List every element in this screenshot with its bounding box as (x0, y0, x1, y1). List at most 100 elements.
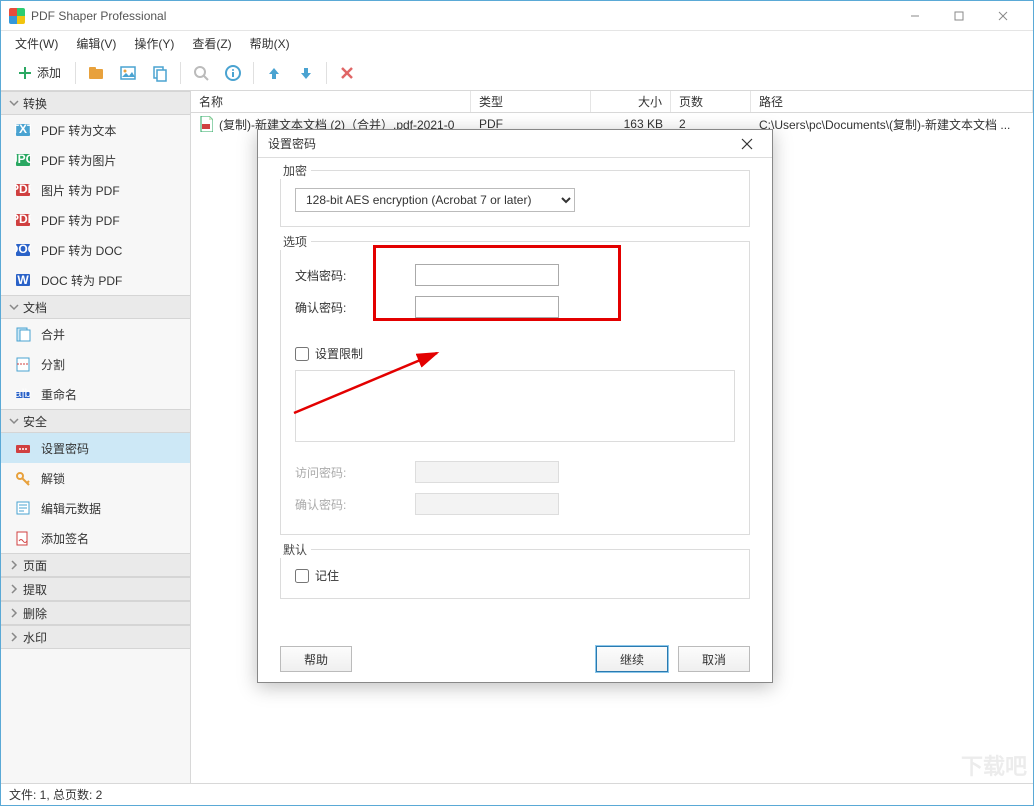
minimize-button[interactable] (893, 2, 937, 30)
sidebar-group-pages[interactable]: 页面 (1, 553, 190, 577)
menu-edit[interactable]: 编辑(V) (68, 33, 124, 54)
svg-text:PDF: PDF (15, 212, 31, 226)
sidebar-item-add-signature[interactable]: 添加签名 (1, 523, 190, 553)
password-dialog: 设置密码 加密 128-bit AES encryption (Acrobat … (257, 129, 773, 683)
file-path: C:\Users\pc\Documents\(复制)-新建文本文档 ... (751, 116, 1033, 133)
pdf-icon: PDF (15, 212, 31, 228)
pdf-icon: PDF (15, 182, 31, 198)
svg-text:a|b: a|b (15, 386, 31, 400)
sidebar-item-rename[interactable]: a|b 重命名 (1, 379, 190, 409)
titlebar: PDF Shaper Professional (1, 1, 1033, 31)
remember-checkbox[interactable] (295, 569, 309, 583)
copy-button[interactable] (146, 59, 174, 87)
window-title: PDF Shaper Professional (31, 9, 166, 23)
sidebar-item-label: 分割 (41, 356, 65, 373)
sidebar-group-label: 转换 (23, 95, 47, 112)
sidebar-item-label: 图片 转为 PDF (41, 182, 120, 199)
svg-text:PDF: PDF (15, 182, 31, 196)
add-button[interactable]: 添加 (9, 59, 69, 87)
sidebar-group-security[interactable]: 安全 (1, 409, 190, 433)
dialog-titlebar: 设置密码 (258, 130, 772, 158)
sidebar-item-doc-to-pdf[interactable]: W DOC 转为 PDF (1, 265, 190, 295)
col-type[interactable]: 类型 (471, 91, 591, 112)
remove-button[interactable] (333, 59, 361, 87)
sidebar-item-pdf-to-text[interactable]: TXTPDF 转为文本 (1, 115, 190, 145)
password-icon (15, 440, 31, 456)
toolbar-separator (180, 62, 181, 84)
help-button[interactable]: 帮助 (280, 646, 352, 672)
help-button-label: 帮助 (304, 651, 328, 668)
encryption-select[interactable]: 128-bit AES encryption (Acrobat 7 or lat… (295, 188, 575, 212)
set-restrict-checkbox[interactable] (295, 347, 309, 361)
toolbar-separator (253, 62, 254, 84)
sidebar-item-set-password[interactable]: 设置密码 (1, 433, 190, 463)
maximize-button[interactable] (937, 2, 981, 30)
move-down-button[interactable] (292, 59, 320, 87)
sidebar-item-label: 设置密码 (41, 440, 89, 457)
sidebar-group-label: 提取 (23, 581, 47, 598)
menu-view[interactable]: 查看(Z) (184, 33, 239, 54)
col-name[interactable]: 名称 (191, 91, 471, 112)
sidebar-item-pdf-to-doc[interactable]: DOC PDF 转为 DOC (1, 235, 190, 265)
continue-button[interactable]: 继续 (596, 646, 668, 672)
confirm-password2-input (415, 493, 559, 515)
sidebar-group-convert[interactable]: 转换 (1, 91, 190, 115)
pdf-file-icon (199, 116, 213, 132)
col-size[interactable]: 大小 (591, 91, 671, 112)
metadata-icon (15, 500, 31, 516)
key-icon (15, 470, 31, 486)
options-group-label: 选项 (279, 233, 311, 250)
statusbar: 文件: 1, 总页数: 2 (1, 783, 1033, 805)
sidebar-item-split[interactable]: 分割 (1, 349, 190, 379)
image-button[interactable] (114, 59, 142, 87)
encryption-group-label: 加密 (279, 162, 311, 179)
folder-button[interactable] (82, 59, 110, 87)
col-pages[interactable]: 页数 (671, 91, 751, 112)
cancel-button[interactable]: 取消 (678, 646, 750, 672)
chevron-down-icon (9, 416, 19, 426)
sidebar-group-watermark[interactable]: 水印 (1, 625, 190, 649)
sidebar-item-label: PDF 转为文本 (41, 122, 116, 139)
chevron-right-icon (9, 584, 19, 594)
menu-action[interactable]: 操作(Y) (126, 33, 182, 54)
search-button[interactable] (187, 59, 215, 87)
sidebar-item-pdf-to-image[interactable]: JPGPDF 转为图片 (1, 145, 190, 175)
sidebar-item-label: PDF 转为图片 (41, 152, 116, 169)
sidebar-item-label: 编辑元数据 (41, 500, 101, 517)
move-up-button[interactable] (260, 59, 288, 87)
sidebar-item-pdf-to-pdf[interactable]: PDF PDF 转为 PDF (1, 205, 190, 235)
word-icon: W (15, 272, 31, 288)
menu-file[interactable]: 文件(W) (7, 33, 66, 54)
svg-text:W: W (17, 273, 29, 287)
sidebar-item-label: 解锁 (41, 470, 65, 487)
sidebar-item-merge[interactable]: 合并 (1, 319, 190, 349)
confirm-password2-label: 确认密码: (295, 496, 415, 513)
doc-icon: DOC (15, 242, 31, 258)
close-button[interactable] (981, 2, 1025, 30)
col-path[interactable]: 路径 (751, 91, 1033, 112)
rename-icon: a|b (15, 386, 31, 402)
info-button[interactable] (219, 59, 247, 87)
menu-help[interactable]: 帮助(X) (242, 33, 298, 54)
chevron-right-icon (9, 632, 19, 642)
toolbar: 添加 (1, 55, 1033, 91)
sidebar: 转换 TXTPDF 转为文本 JPGPDF 转为图片 PDF图片 转为 PDF … (1, 91, 191, 783)
sidebar-item-label: PDF 转为 DOC (41, 242, 122, 259)
sidebar-item-label: PDF 转为 PDF (41, 212, 120, 229)
sidebar-group-delete[interactable]: 删除 (1, 601, 190, 625)
sidebar-group-label: 页面 (23, 557, 47, 574)
sidebar-group-extract[interactable]: 提取 (1, 577, 190, 601)
sidebar-item-edit-metadata[interactable]: 编辑元数据 (1, 493, 190, 523)
default-group-label: 默认 (279, 541, 311, 558)
sidebar-group-document[interactable]: 文档 (1, 295, 190, 319)
chevron-right-icon (9, 560, 19, 570)
sidebar-item-unlock[interactable]: 解锁 (1, 463, 190, 493)
sidebar-item-label: 重命名 (41, 386, 77, 403)
chevron-right-icon (9, 608, 19, 618)
highlight-box (373, 245, 621, 321)
sidebar-item-image-to-pdf[interactable]: PDF 图片 转为 PDF (1, 175, 190, 205)
sidebar-item-label: DOC 转为 PDF (41, 272, 122, 289)
signature-icon (15, 530, 31, 546)
dialog-close-button[interactable] (732, 132, 762, 156)
chevron-down-icon (9, 302, 19, 312)
